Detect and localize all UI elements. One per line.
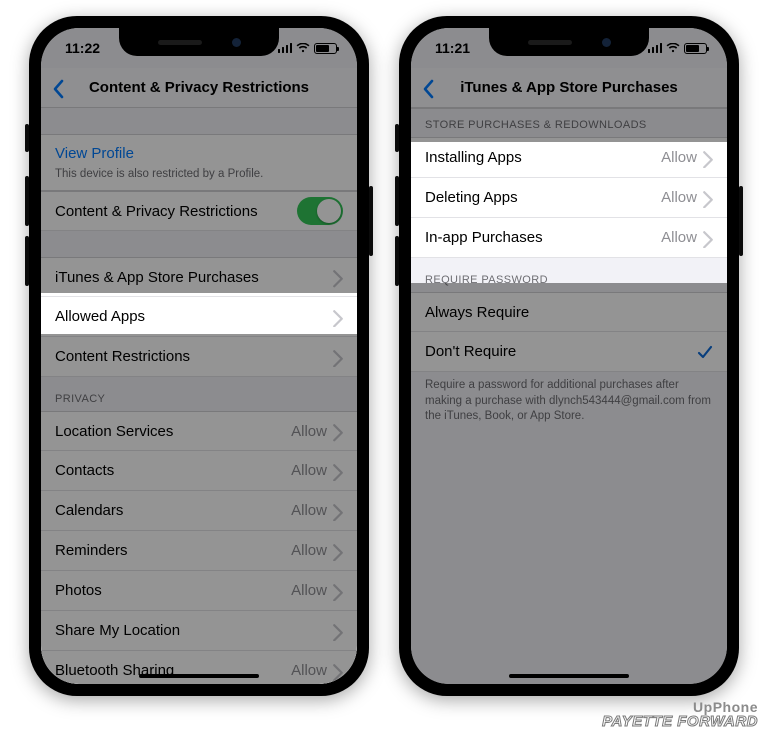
row-label: Don't Require — [425, 343, 697, 360]
row-in-app-purchases[interactable]: In-app Purchases Allow — [411, 218, 727, 258]
chevron-right-icon — [703, 151, 713, 165]
chevron-right-icon — [333, 544, 343, 558]
row-value: Allow — [291, 582, 327, 599]
watermark-line2: PAYETTE FORWARD — [602, 714, 758, 729]
row-photos[interactable]: Photos Allow — [41, 571, 357, 611]
toggle-switch-on[interactable] — [297, 197, 343, 225]
phone-right: 11:21 iTunes & App Store Purchases STORE… — [399, 16, 739, 696]
battery-icon — [684, 43, 707, 54]
notch — [489, 28, 649, 56]
row-itunes-app-store[interactable]: iTunes & App Store Purchases — [41, 257, 357, 297]
chevron-right-icon — [703, 231, 713, 245]
row-label: Allowed Apps — [55, 308, 333, 325]
row-bluetooth-sharing[interactable]: Bluetooth Sharing Allow — [41, 651, 357, 684]
row-deleting-apps[interactable]: Deleting Apps Allow — [411, 178, 727, 218]
row-label: Installing Apps — [425, 149, 661, 166]
chevron-right-icon — [333, 584, 343, 598]
row-calendars[interactable]: Calendars Allow — [41, 491, 357, 531]
row-installing-apps[interactable]: Installing Apps Allow — [411, 138, 727, 178]
row-label: Photos — [55, 582, 291, 599]
row-value: Allow — [291, 542, 327, 559]
chevron-right-icon — [333, 624, 343, 638]
wifi-icon — [666, 43, 680, 54]
section-header-require-password: REQUIRE PASSWORD — [411, 258, 727, 292]
row-content-restrictions[interactable]: Content Restrictions — [41, 337, 357, 377]
row-reminders[interactable]: Reminders Allow — [41, 531, 357, 571]
chevron-right-icon — [333, 424, 343, 438]
row-contacts[interactable]: Contacts Allow — [41, 451, 357, 491]
home-indicator[interactable] — [139, 674, 259, 678]
row-allowed-apps[interactable]: Allowed Apps — [41, 297, 357, 337]
chevron-right-icon — [333, 664, 343, 678]
row-label: Contacts — [55, 462, 291, 479]
row-label: Share My Location — [55, 622, 327, 639]
row-label: iTunes & App Store Purchases — [55, 269, 333, 286]
row-label: Reminders — [55, 542, 291, 559]
section-header-privacy: PRIVACY — [41, 377, 357, 411]
chevron-right-icon — [333, 270, 343, 284]
row-location-services[interactable]: Location Services Allow — [41, 411, 357, 451]
nav-bar: iTunes & App Store Purchases — [411, 68, 727, 108]
view-profile-link[interactable]: View Profile — [41, 134, 357, 164]
row-label: Deleting Apps — [425, 189, 661, 206]
row-label: Always Require — [425, 304, 713, 321]
chevron-right-icon — [333, 464, 343, 478]
row-share-my-location[interactable]: Share My Location — [41, 611, 357, 651]
nav-title: iTunes & App Store Purchases — [426, 79, 712, 96]
chevron-right-icon — [333, 310, 343, 324]
section-header-store: STORE PURCHASES & REDOWNLOADS — [411, 108, 727, 138]
row-value: Allow — [661, 149, 697, 166]
row-value: Allow — [661, 189, 697, 206]
row-value: Allow — [291, 462, 327, 479]
watermark-line1: UpPhone — [602, 700, 758, 714]
notch — [119, 28, 279, 56]
row-value: Allow — [291, 423, 327, 440]
signal-icon — [648, 43, 663, 53]
row-label: Location Services — [55, 423, 291, 440]
home-indicator[interactable] — [509, 674, 629, 678]
back-button[interactable] — [51, 79, 69, 97]
back-button[interactable] — [421, 79, 439, 97]
nav-title: Content & Privacy Restrictions — [55, 79, 343, 96]
row-label: Content Restrictions — [55, 348, 333, 365]
wifi-icon — [296, 43, 310, 54]
status-time: 11:21 — [435, 40, 470, 56]
signal-icon — [278, 43, 293, 53]
checkmark-icon — [697, 344, 713, 360]
watermark: UpPhone PAYETTE FORWARD — [602, 700, 758, 729]
row-dont-require[interactable]: Don't Require — [411, 332, 727, 372]
status-time: 11:22 — [65, 40, 100, 56]
row-always-require[interactable]: Always Require — [411, 292, 727, 332]
row-value: Allow — [291, 502, 327, 519]
row-label: Content & Privacy Restrictions — [55, 203, 297, 220]
chevron-right-icon — [703, 191, 713, 205]
nav-bar: Content & Privacy Restrictions — [41, 68, 357, 108]
row-value: Allow — [661, 229, 697, 246]
profile-restricted-note: This device is also restricted by a Prof… — [41, 164, 357, 191]
battery-icon — [314, 43, 337, 54]
row-label: In-app Purchases — [425, 229, 661, 246]
row-label: Calendars — [55, 502, 291, 519]
row-content-privacy-toggle[interactable]: Content & Privacy Restrictions — [41, 191, 357, 231]
phone-left: 11:22 Content & Privacy Restrictions Vie… — [29, 16, 369, 696]
footer-note: Require a password for additional purcha… — [411, 372, 727, 435]
chevron-right-icon — [333, 350, 343, 364]
row-value: Allow — [291, 662, 327, 679]
chevron-right-icon — [333, 504, 343, 518]
